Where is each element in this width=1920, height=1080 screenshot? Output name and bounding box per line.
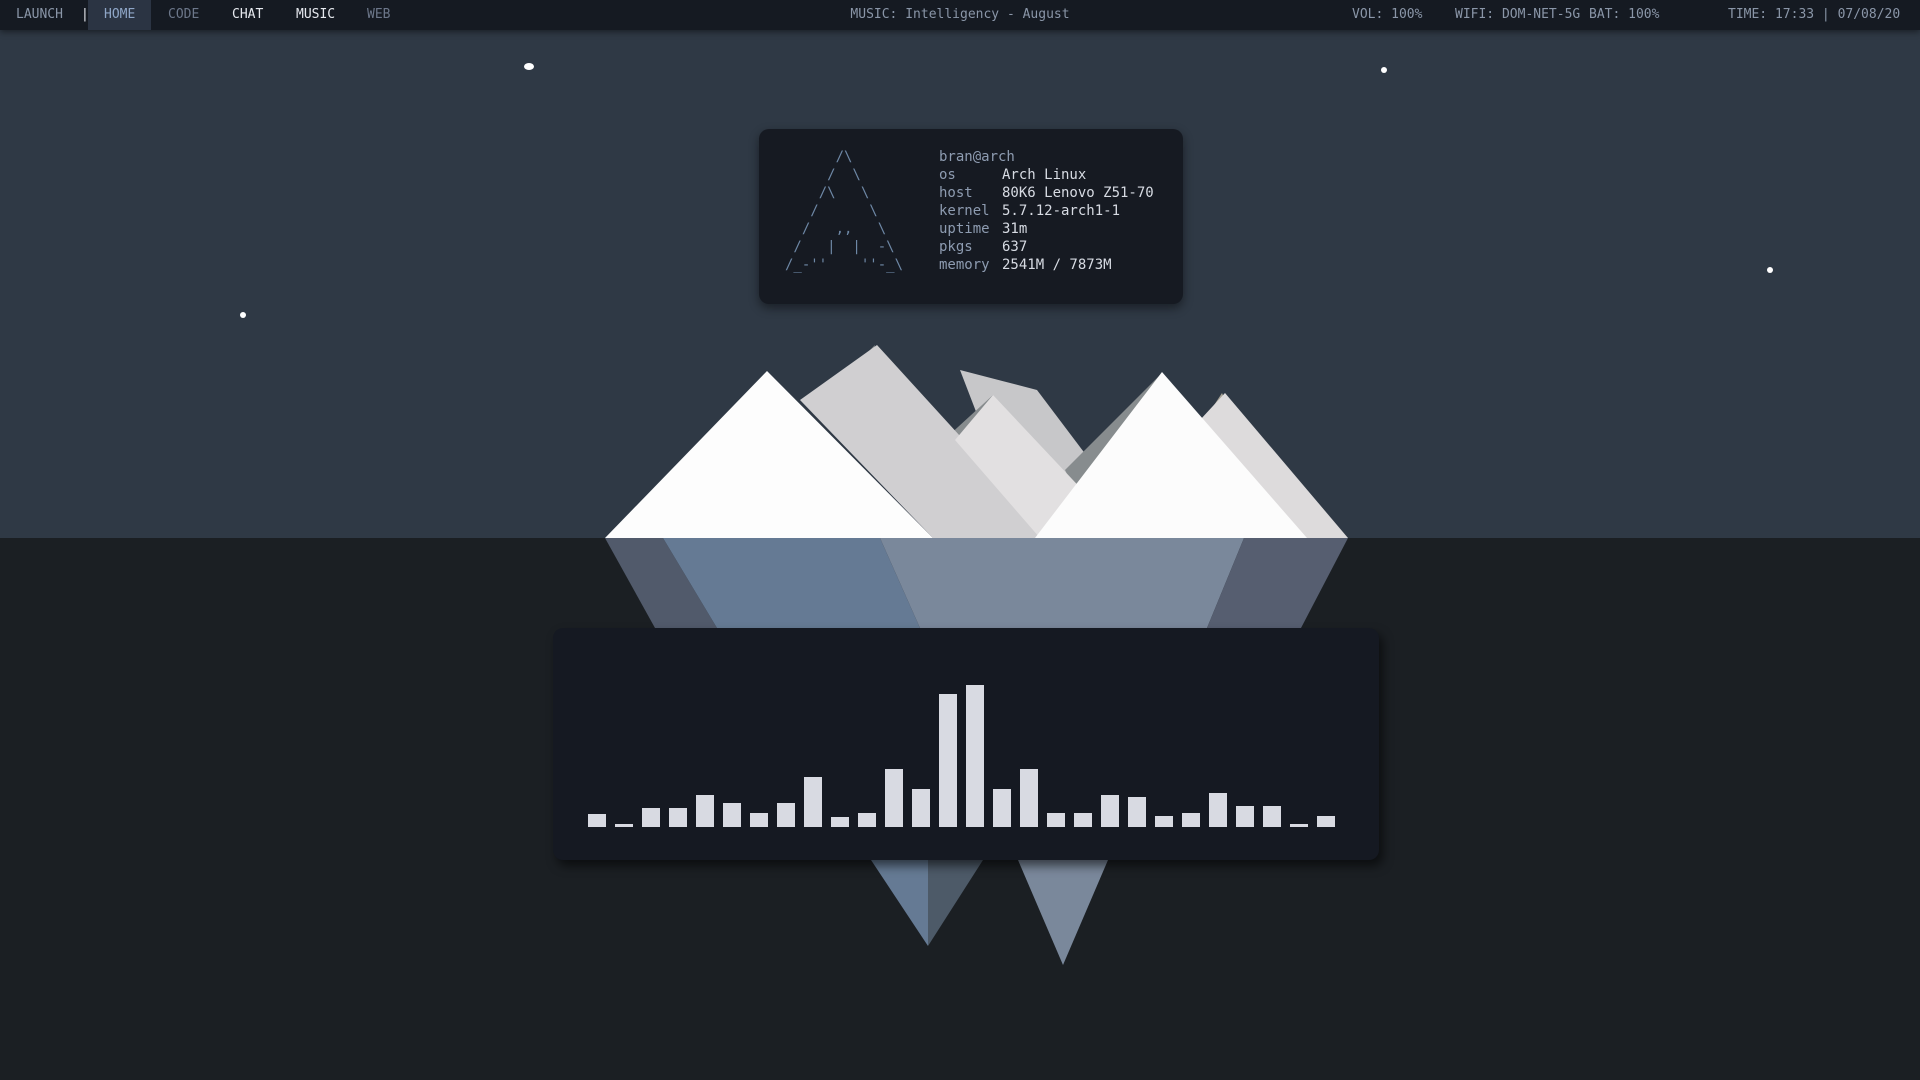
wifi-status[interactable]: WIFI: DOM-NET-5G <box>1455 0 1580 30</box>
visualizer-bar <box>993 789 1011 827</box>
visualizer-bar <box>1047 813 1065 827</box>
visualizer-bar <box>1209 793 1227 827</box>
visualizer-bar <box>750 813 768 827</box>
iceberg-spike <box>871 860 928 946</box>
visualizer-bar <box>1182 813 1200 827</box>
visualizer-bar <box>1155 816 1173 827</box>
info-value: 5.7.12-arch1-1 <box>1002 203 1121 219</box>
info-value: 80K6 Lenovo Z51-70 <box>1002 185 1154 201</box>
visualizer-bar <box>1263 806 1281 827</box>
info-value: 637 <box>1002 239 1028 255</box>
info-key: pkgs <box>939 239 973 255</box>
visualizer-bar <box>1020 769 1038 827</box>
volume-status[interactable]: VOL: 100% <box>1352 0 1422 30</box>
info-row-pkgs: pkgs 637 <box>939 238 1154 256</box>
visualizer-bar <box>1317 816 1335 827</box>
visualizer-bar <box>1101 795 1119 827</box>
visualizer-bar <box>723 803 741 827</box>
visualizer-bar <box>669 808 687 827</box>
info-value: Arch Linux <box>1002 167 1087 183</box>
info-value: 31m <box>1002 221 1028 237</box>
visualizer-bar <box>939 694 957 827</box>
iceberg-spike <box>928 860 983 946</box>
iceberg-underwater <box>880 538 1244 628</box>
iceberg-spike <box>1018 860 1108 965</box>
visualizer-bar <box>615 824 633 827</box>
visualizer-bar <box>966 685 984 827</box>
info-key: uptime <box>939 221 990 237</box>
visualizer-bar <box>804 777 822 827</box>
info-key: os <box>939 167 956 183</box>
info-row-os: os Arch Linux <box>939 166 1154 184</box>
visualizer-bar <box>588 814 606 827</box>
info-value: 2541M / 7873M <box>1002 257 1112 273</box>
visualizer-bar <box>777 803 795 827</box>
visualizer-bar <box>1236 806 1254 827</box>
visualizer-bar <box>912 789 930 827</box>
info-key: memory <box>939 257 990 273</box>
visualizer-bar <box>1074 813 1092 827</box>
clock: TIME: 17:33 | 07/08/20 <box>1728 7 1901 22</box>
info-row-uptime: uptime 31m <box>939 220 1154 238</box>
info-key: kernel <box>939 203 990 219</box>
system-info-panel: /\ / \ /\ \ / \ / ,, \ / | | -\ /_-'' ''… <box>759 129 1183 304</box>
audio-visualizer <box>553 628 1379 860</box>
visualizer-bar <box>885 769 903 827</box>
user-host: bran@arch <box>939 149 1015 165</box>
system-info: bran@arch os Arch Linux host 80K6 Lenovo Z… <box>939 148 1154 274</box>
info-row-memory: memory 2541M / 7873M <box>939 256 1154 274</box>
battery-status: BAT: 100% <box>1589 7 1660 22</box>
arch-logo: /\ / \ /\ \ / \ / ,, \ / | | -\ /_-'' ''… <box>785 149 904 273</box>
visualizer-bar <box>858 813 876 827</box>
info-row-host: host 80K6 Lenovo Z51-70 <box>939 184 1154 202</box>
top-bar: LAUNCH | HOME CODE CHAT MUSIC WEB MUSIC:… <box>0 0 1920 30</box>
visualizer-bar <box>1290 824 1308 827</box>
visualizer-bar <box>831 817 849 827</box>
visualizer-bar <box>696 795 714 827</box>
info-key: host <box>939 185 973 201</box>
info-row-kernel: kernel 5.7.12-arch1-1 <box>939 202 1154 220</box>
visualizer-bar <box>642 808 660 827</box>
visualizer-bar <box>1128 797 1146 827</box>
